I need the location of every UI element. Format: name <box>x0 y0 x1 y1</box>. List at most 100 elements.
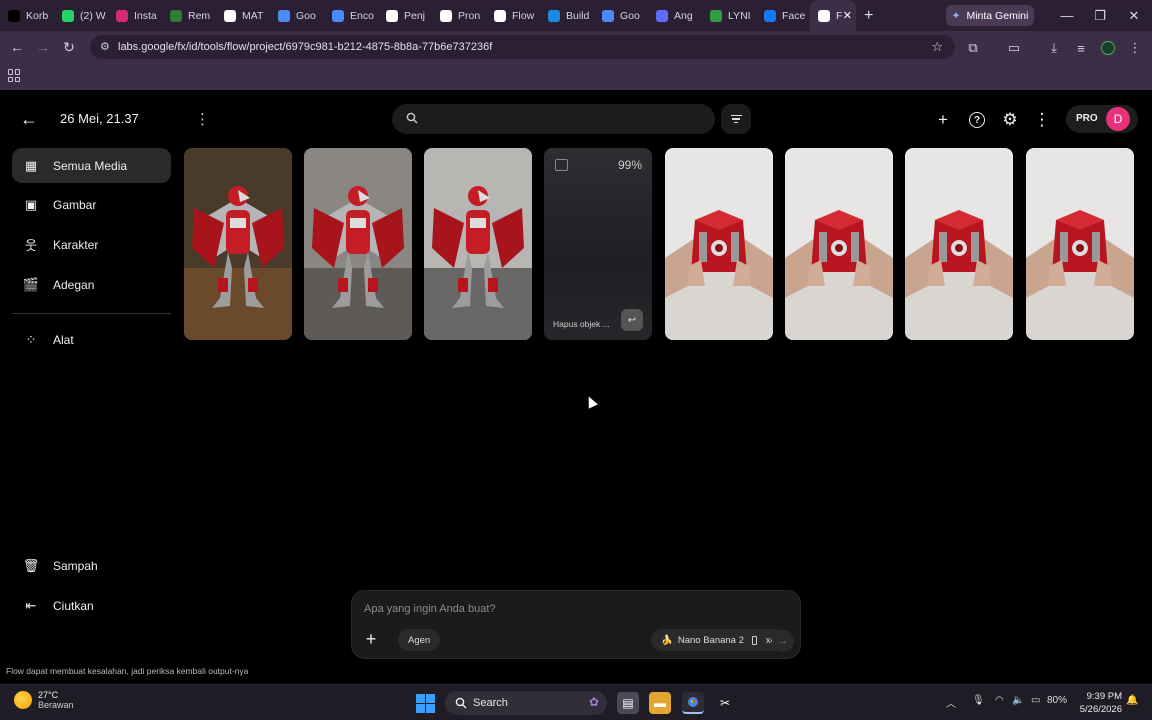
avatar[interactable]: D <box>1106 107 1130 131</box>
windows-taskbar: 27°C Berawan Search ✿ ▤ ▬ ✂ ︿ 🎙 ◠ 🔈 ▭ 80… <box>0 684 1152 720</box>
site-settings-icon[interactable]: ⚙ <box>100 40 110 53</box>
file-explorer-icon[interactable]: ▬ <box>649 692 671 714</box>
sidebar-item-gambar[interactable]: ▣ Gambar <box>12 187 171 222</box>
maximize-icon[interactable]: ❐ <box>1083 0 1117 31</box>
sidebar-divider <box>12 313 171 314</box>
browser-tab-label: Enco <box>350 9 374 22</box>
profile-icon[interactable] <box>1098 38 1118 58</box>
prompt-input[interactable] <box>364 600 764 618</box>
browser-tab[interactable]: MAT <box>216 0 270 31</box>
media-tile[interactable] <box>905 148 1013 340</box>
agent-chip[interactable]: Agen <box>398 629 441 651</box>
model-selector[interactable]: 🍌 Nano Banana 2 x4 <box>651 629 786 651</box>
url-bar[interactable]: ⚙ labs.google/fx/id/tools/flow/project/6… <box>90 35 955 59</box>
browser-tab[interactable]: Build <box>540 0 594 31</box>
browser-tab[interactable]: Korb <box>0 0 54 31</box>
send-button[interactable]: → <box>772 630 794 652</box>
media-tile[interactable] <box>1026 148 1134 340</box>
browser-tab[interactable]: Insta <box>108 0 162 31</box>
reload-icon[interactable]: ↻ <box>56 34 82 60</box>
windows-start-icon[interactable] <box>414 692 436 714</box>
forward-icon[interactable]: → <box>30 34 56 60</box>
retry-icon[interactable]: ↩ <box>621 309 643 331</box>
sidebar-item-semua-media[interactable]: ▦ Semua Media <box>12 148 171 183</box>
task-view-icon[interactable]: ▤ <box>617 692 639 714</box>
sidebar-item-alat[interactable]: ⁘ Alat <box>12 322 171 357</box>
gemini-button[interactable]: ✦ Minta Gemini <box>946 5 1034 26</box>
close-window-icon[interactable]: ✕ <box>1117 0 1151 31</box>
settings-gear-icon[interactable]: ⚙ <box>999 109 1021 131</box>
more-menu-icon[interactable]: ⋮ <box>1031 109 1053 131</box>
add-attachment-icon[interactable]: + <box>362 630 380 649</box>
microphone-icon[interactable]: 🎙 <box>972 695 985 706</box>
help-icon[interactable]: ? <box>966 109 988 131</box>
cast-icon[interactable]: ▭ <box>1004 38 1024 58</box>
browser-tab[interactable]: Rem <box>162 0 216 31</box>
download-icon[interactable]: ⤓ <box>1044 38 1064 58</box>
search-icon <box>455 697 467 709</box>
browser-tab[interactable]: (2) W <box>54 0 108 31</box>
browser-tab[interactable]: Enco <box>324 0 378 31</box>
sidebar-item-sampah[interactable]: 🗑 Sampah <box>12 548 171 583</box>
image-placeholder-icon <box>555 159 568 171</box>
gemini-button-label: Minta Gemini <box>966 9 1029 22</box>
tiktok-icon <box>8 9 20 22</box>
media-tile[interactable] <box>184 148 292 340</box>
minimize-icon[interactable]: — <box>1050 0 1084 31</box>
project-menu-icon[interactable]: ⋮ <box>195 110 210 128</box>
wifi-icon[interactable]: ◠ <box>995 695 1004 706</box>
browser-tab[interactable]: Goo <box>594 0 648 31</box>
weather-widget[interactable]: 27°C Berawan <box>14 690 74 710</box>
browser-menu-icon[interactable]: ⋮ <box>1125 38 1145 58</box>
media-tile[interactable] <box>785 148 893 340</box>
browser-tab-label: F <box>836 9 843 22</box>
triangle-icon <box>170 9 182 22</box>
browser-tab[interactable]: LYNI <box>702 0 756 31</box>
collapse-icon: ⇤ <box>25 597 37 613</box>
media-tile[interactable] <box>424 148 532 340</box>
back-icon[interactable]: ← <box>4 34 30 60</box>
sidebar-item-karakter[interactable]: 웃 Karakter <box>12 227 171 262</box>
browser-tab[interactable]: Goo <box>270 0 324 31</box>
media-tile[interactable] <box>304 148 412 340</box>
bookmarks-bar <box>0 63 1152 90</box>
progress-percent: 99% <box>617 158 642 172</box>
browser-tab[interactable]: Face <box>756 0 810 31</box>
taskbar-search[interactable]: Search ✿ <box>445 691 607 715</box>
sidebar-item-label: Alat <box>53 332 74 347</box>
browser-tab-label: Ang <box>674 9 693 22</box>
media-tile[interactable] <box>665 148 773 340</box>
apps-grid-icon[interactable] <box>8 69 21 82</box>
back-arrow-icon[interactable]: ← <box>20 109 42 131</box>
snipping-tool-icon[interactable]: ✂ <box>714 692 736 714</box>
media-thumbnail <box>905 148 1013 340</box>
notion-icon <box>224 9 236 22</box>
media-search-input[interactable] <box>392 104 715 134</box>
browser-tab[interactable]: Pron <box>432 0 486 31</box>
filter-button[interactable] <box>721 104 751 134</box>
extensions-icon[interactable]: ⧉ <box>963 38 983 58</box>
battery-icon[interactable]: ▭ <box>1031 695 1040 706</box>
add-icon[interactable]: + <box>932 109 954 131</box>
sidebar-item-adegan[interactable]: 🎬 Adegan <box>12 267 171 302</box>
system-clock[interactable]: 9:39 PM 5/26/2026 <box>1072 690 1122 716</box>
browser-tab[interactable]: Ang <box>648 0 702 31</box>
media-control-icon[interactable]: ≡ <box>1071 38 1091 58</box>
volume-icon[interactable]: 🔈 <box>1012 695 1024 706</box>
sidebar-item-ciutkan[interactable]: ⇤ Ciutkan <box>12 588 171 623</box>
browser-tab[interactable]: F ✕ <box>810 0 856 31</box>
bookmark-star-icon[interactable]: ☆ <box>931 39 943 55</box>
clock-date: 5/26/2026 <box>1079 704 1122 715</box>
tools-icon: ⁘ <box>25 331 37 347</box>
account-pill[interactable]: PRO D <box>1066 105 1138 133</box>
new-tab-icon[interactable]: + <box>864 7 884 25</box>
notification-bell-icon[interactable]: 🔔 <box>1126 695 1138 706</box>
media-tile-pending[interactable]: 99% Hapus objek ... ↩ <box>544 148 652 340</box>
browser-tab[interactable]: Flow <box>486 0 540 31</box>
url-text: labs.google/fx/id/tools/flow/project/697… <box>118 41 493 53</box>
browser-tab[interactable]: Penj <box>378 0 432 31</box>
close-tab-icon[interactable]: ✕ <box>843 9 852 22</box>
show-hidden-icons[interactable]: ︿ <box>946 695 956 710</box>
chrome-icon[interactable] <box>682 692 704 714</box>
media-thumbnail <box>184 148 292 340</box>
